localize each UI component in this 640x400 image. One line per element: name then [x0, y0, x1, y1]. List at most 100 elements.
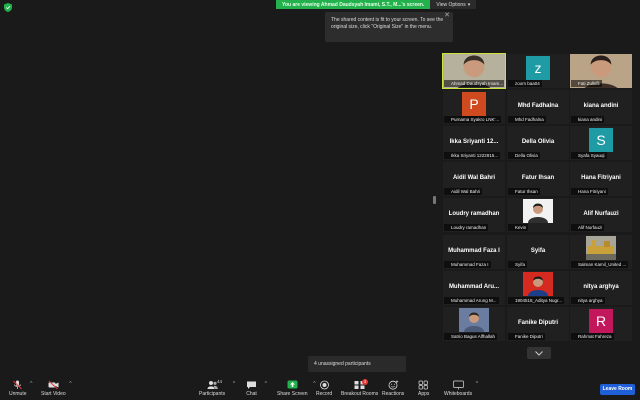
microphone-muted-icon	[572, 82, 576, 86]
participant-tile[interactable]: Loudry ramadhan Loudry ramadhan	[443, 198, 505, 232]
participant-tile[interactable]: S Syafa Syauqi	[570, 126, 632, 160]
breakout-badge: 3	[362, 379, 368, 385]
unmute-button[interactable]: Unmute ^	[9, 380, 33, 397]
reactions-icon	[388, 380, 398, 390]
participant-tile[interactable]: R Rahmat Fahreza	[570, 307, 632, 341]
participant-display-name: Fatur Ihsan	[521, 175, 555, 181]
caret-up-icon[interactable]: ^	[476, 381, 478, 387]
caret-up-icon[interactable]: ^	[69, 381, 71, 387]
security-shield-icon[interactable]	[4, 3, 12, 12]
leave-room-button[interactable]: Leave Room	[600, 384, 635, 395]
start-video-label: Start Video	[41, 391, 66, 397]
participant-tile[interactable]: Muhammad Faza I Muhammad Faza I	[443, 235, 505, 269]
participant-tile[interactable]: Mhd Fadhalna Mhd Fadhalna	[507, 90, 569, 124]
participant-tile[interactable]: Fati Zulkifli	[570, 54, 632, 88]
participant-display-name: Hana Fitriyani	[581, 175, 621, 181]
participant-tile[interactable]: Satrio Bagus Alfhallah	[443, 307, 505, 341]
caret-up-icon[interactable]: ^	[265, 381, 267, 387]
microphone-muted-icon	[445, 299, 449, 303]
caret-up-icon[interactable]: ^	[233, 381, 235, 387]
microphone-muted-icon	[445, 82, 449, 86]
participant-display-name: Syifa	[530, 248, 546, 254]
share-screen-icon	[287, 380, 298, 389]
participant-count: 44	[217, 379, 223, 384]
tooltip-text: The shared content is fit to your screen…	[331, 17, 444, 30]
participant-display-name: Muhammad Aru...	[448, 284, 500, 290]
microphone-muted-icon	[509, 190, 513, 194]
breakout-rooms-button[interactable]: Breakout Rooms 3	[341, 379, 379, 397]
participant-tile[interactable]: Aidil Wal Bahri Aidil Wal Bahri	[443, 162, 505, 196]
microphone-muted-icon	[445, 118, 449, 122]
participant-name-label: Muhammad Faza I	[444, 261, 491, 268]
participant-name-label: 1904518_Aditya Nugr...	[508, 297, 565, 304]
whiteboard-icon	[452, 380, 464, 390]
participants-button[interactable]: Participants 44 ^	[199, 379, 235, 397]
chevron-down-icon: ▾	[467, 1, 471, 8]
microphone-muted-icon	[572, 190, 576, 194]
chevron-down-icon	[535, 350, 543, 356]
participant-tile[interactable]: Ikka Sriyanti 12... Ikka Sriyanti 1222915…	[443, 126, 505, 160]
microphone-muted-icon	[445, 335, 449, 339]
participant-display-name: Ikka Sriyanti 12...	[449, 139, 499, 145]
microphone-muted-icon	[572, 154, 576, 158]
participant-tile[interactable]: z zoom baa04	[507, 54, 569, 88]
participant-tile[interactable]: nitya arghya nitya arghya	[570, 271, 632, 305]
microphone-muted-icon	[572, 335, 576, 339]
unassigned-participants-toast[interactable]: 4 unassigned participants	[308, 356, 406, 372]
participant-tile[interactable]: Syifa Syifa	[507, 235, 569, 269]
participant-display-name: Muhammad Faza I	[448, 248, 500, 254]
microphone-muted-icon	[509, 154, 513, 158]
apps-button[interactable]: Apps	[418, 380, 429, 397]
participant-name-label: Muhammad Arung M...	[444, 297, 499, 304]
close-icon[interactable]: ✕	[444, 12, 450, 20]
caret-up-icon[interactable]: ^	[30, 381, 32, 387]
participant-tile[interactable]: Muhammad Aru... Muhammad Arung M...	[443, 271, 505, 305]
participant-name-label: Ahmad Daudsyah Imam...	[444, 80, 504, 87]
record-icon	[319, 380, 329, 390]
participant-tile[interactable]: Kevin	[507, 198, 569, 232]
microphone-muted-icon	[509, 118, 513, 122]
participant-name-label: Salman Kamil_United ...	[571, 261, 629, 268]
reactions-button[interactable]: Reactions	[382, 380, 404, 397]
participant-tile[interactable]: 1904518_Aditya Nugr...	[507, 271, 569, 305]
microphone-muted-icon	[509, 335, 513, 339]
chat-label: Chat	[246, 391, 257, 397]
participant-name-label: Rahmat Fahreza	[571, 333, 614, 340]
avatar: P	[462, 92, 486, 116]
scrollbar-handle[interactable]	[433, 196, 436, 204]
avatar: z	[526, 56, 550, 80]
reactions-label: Reactions	[382, 391, 405, 397]
start-video-button[interactable]: Start Video ^	[41, 380, 72, 397]
participant-display-name: Alif Nurfauzi	[583, 211, 619, 217]
participant-name-label: Mhd Fadhalna	[508, 116, 546, 123]
record-button[interactable]: Record	[316, 380, 332, 397]
participant-name-label: Aidil Wal Bahri	[444, 188, 483, 195]
participant-tile[interactable]: Fanike Diputri Fanike Diputri	[507, 307, 569, 341]
participant-tile[interactable]: Hana Fitriyani Hana Fitriyani	[570, 162, 632, 196]
participant-tile[interactable]: P Purnama Syakro LNK'...	[443, 90, 505, 124]
view-options-button[interactable]: View Options ▾	[430, 0, 477, 9]
screen-share-banner: You are viewing Ahmad Daudsyah Imami, S.…	[276, 0, 477, 9]
whiteboards-label: Whiteboards	[444, 391, 473, 397]
participant-tile[interactable]: Della Olivia Della Olivia	[507, 126, 569, 160]
microphone-muted-icon	[445, 190, 449, 194]
participant-tile[interactable]: Fatur Ihsan Fatur Ihsan	[507, 162, 569, 196]
whiteboards-button[interactable]: Whiteboards ^	[444, 380, 478, 397]
share-screen-button[interactable]: Share Screen ^	[277, 380, 316, 397]
participant-tile[interactable]: Alif Nurfauzi Alif Nurfauzi	[570, 198, 632, 232]
apps-label: Apps	[418, 391, 430, 397]
participant-tile[interactable]: Ahmad Daudsyah Imam...	[442, 53, 506, 89]
meeting-toolbar: Unmute ^ Start Video ^ Participants 44 ^…	[0, 378, 640, 400]
apps-icon	[418, 380, 429, 390]
microphone-muted-icon	[509, 82, 513, 86]
participant-display-name: kiana andini	[583, 103, 619, 109]
participant-display-name: Aidil Wal Bahri	[452, 175, 496, 181]
breakout-rooms-label: Breakout Rooms	[341, 391, 379, 397]
scroll-down-button[interactable]	[527, 347, 551, 359]
fit-screen-tooltip: The shared content is fit to your screen…	[325, 12, 453, 42]
participant-tile[interactable]: Salman Kamil_United ...	[570, 235, 632, 269]
chat-button[interactable]: Chat ^	[246, 380, 267, 397]
avatar: S	[589, 128, 613, 152]
microphone-muted-icon	[509, 226, 513, 230]
participant-tile[interactable]: kiana andini kiana andini	[570, 90, 632, 124]
